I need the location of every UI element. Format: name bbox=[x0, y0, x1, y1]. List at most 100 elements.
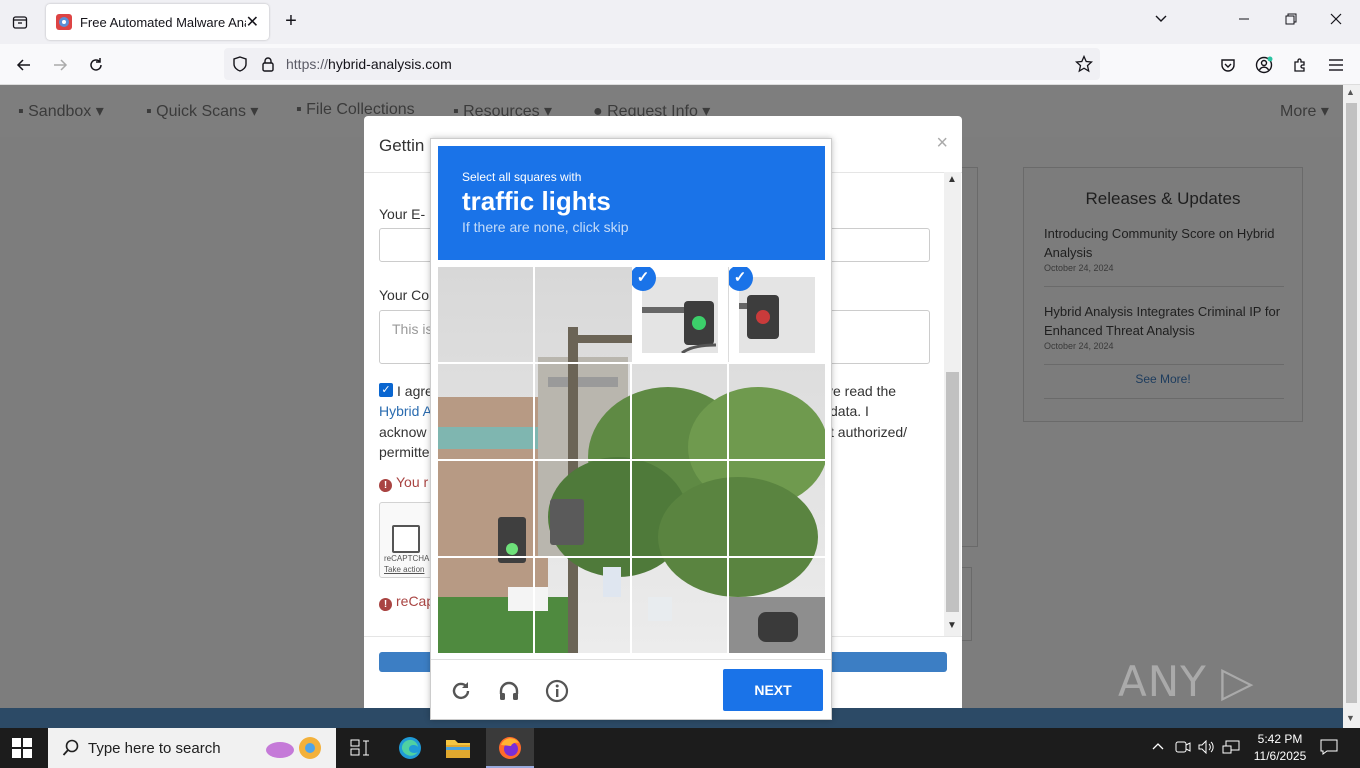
task-view-icon[interactable] bbox=[346, 734, 374, 762]
reload-icon[interactable] bbox=[84, 53, 108, 77]
divider bbox=[1044, 398, 1284, 399]
tab-close-icon[interactable]: ✕ bbox=[246, 12, 259, 32]
grid-line bbox=[533, 363, 535, 653]
tab-bar: Free Automated Malware Analy ✕ + bbox=[0, 0, 1360, 44]
account-icon[interactable] bbox=[1252, 53, 1276, 77]
challenge-tile[interactable] bbox=[438, 558, 534, 654]
shield-icon[interactable] bbox=[230, 54, 250, 74]
scrollbar-thumb[interactable] bbox=[946, 372, 959, 612]
menu-hamburger-icon[interactable] bbox=[1324, 53, 1348, 77]
challenge-tile[interactable]: ✓ bbox=[632, 267, 728, 363]
agree-text: permitte bbox=[379, 444, 430, 460]
edge-icon[interactable] bbox=[396, 734, 424, 762]
release-item[interactable]: Hybrid Analysis Integrates Criminal IP f… bbox=[1044, 302, 1284, 351]
reload-challenge-icon[interactable] bbox=[447, 677, 475, 705]
forward-arrow-icon[interactable] bbox=[48, 53, 72, 77]
pocket-icon[interactable] bbox=[1216, 53, 1240, 77]
challenge-target: traffic lights bbox=[462, 186, 611, 216]
challenge-tile[interactable] bbox=[535, 267, 631, 363]
browser-tab[interactable]: Free Automated Malware Analy ✕ bbox=[46, 4, 269, 40]
file-explorer-icon[interactable] bbox=[444, 734, 472, 762]
comment-label: Your Co bbox=[379, 287, 430, 303]
windows-start-icon[interactable] bbox=[12, 738, 32, 758]
error-message: ! You r bbox=[379, 474, 428, 492]
releases-title: Releases & Updates bbox=[1085, 189, 1241, 208]
modal-close-icon[interactable]: × bbox=[936, 132, 948, 155]
hybrid-analysis-favicon-icon bbox=[56, 14, 72, 30]
agree-text: t authorized/ bbox=[830, 424, 908, 440]
challenge-tile[interactable] bbox=[438, 364, 534, 460]
challenge-tile[interactable] bbox=[632, 558, 728, 654]
challenge-tile[interactable] bbox=[535, 461, 631, 557]
recaptcha-label: reCAPTCHA bbox=[384, 554, 430, 563]
scroll-down-icon[interactable]: ▼ bbox=[1346, 713, 1355, 723]
network-icon[interactable] bbox=[1222, 740, 1240, 757]
taskbar-search-box[interactable]: Type here to search bbox=[48, 728, 336, 768]
terms-link[interactable]: Hybrid A bbox=[379, 401, 432, 421]
next-button[interactable]: NEXT bbox=[723, 669, 823, 711]
recaptcha-checkbox[interactable] bbox=[392, 525, 420, 553]
challenge-tile[interactable] bbox=[632, 364, 728, 460]
challenge-tile[interactable] bbox=[632, 461, 728, 557]
audio-challenge-icon[interactable] bbox=[495, 677, 523, 705]
back-arrow-icon[interactable] bbox=[12, 53, 36, 77]
firefox-icon[interactable] bbox=[496, 734, 524, 762]
challenge-tile[interactable] bbox=[438, 461, 534, 557]
close-window-icon[interactable] bbox=[1330, 12, 1342, 29]
scroll-up-icon[interactable]: ▲ bbox=[947, 174, 957, 185]
nav-more[interactable]: More ▾ bbox=[1280, 101, 1329, 121]
info-icon[interactable] bbox=[543, 677, 571, 705]
notification-icon[interactable] bbox=[1320, 739, 1338, 758]
restore-icon[interactable] bbox=[1285, 12, 1297, 29]
challenge-hint: If there are none, click skip bbox=[462, 219, 629, 235]
search-placeholder: Type here to search bbox=[88, 739, 221, 757]
volume-icon[interactable] bbox=[1198, 739, 1216, 757]
challenge-tile[interactable] bbox=[535, 364, 631, 460]
list-all-tabs-icon[interactable] bbox=[1154, 12, 1168, 30]
agree-checkbox[interactable]: ✓ bbox=[379, 383, 393, 397]
clock-time: 5:42 PM bbox=[1257, 732, 1303, 746]
windows-taskbar: Type here to search 5:42 PM 11/6/2025 bbox=[0, 728, 1360, 768]
nav-sandbox[interactable]: ▪ Sandbox ▾ bbox=[18, 101, 104, 121]
agree-text: ve read the bbox=[826, 383, 897, 399]
url-text[interactable]: https://hybrid-analysis.com bbox=[286, 56, 452, 72]
challenge-grid: ✓ ✓ bbox=[438, 267, 825, 653]
extensions-icon[interactable] bbox=[1288, 53, 1312, 77]
error-message: ! reCap bbox=[379, 593, 434, 611]
recaptcha-challenge: Select all squares with traffic lights I… bbox=[430, 138, 832, 720]
scrollbar-thumb[interactable] bbox=[1346, 103, 1357, 703]
modal-scrollbar[interactable]: ▲ ▼ bbox=[944, 172, 961, 636]
nav-quick-scans[interactable]: ▪ Quick Scans ▾ bbox=[146, 101, 258, 121]
challenge-tile[interactable] bbox=[729, 461, 825, 557]
grid-line bbox=[727, 363, 729, 653]
tab-title: Free Automated Malware Analy bbox=[79, 14, 246, 30]
page-scrollbar[interactable]: ▲ ▼ bbox=[1343, 85, 1360, 728]
tab-list-icon[interactable] bbox=[8, 10, 32, 34]
bookmark-star-icon[interactable] bbox=[1074, 54, 1094, 74]
meet-now-icon[interactable] bbox=[1175, 740, 1191, 757]
address-bar[interactable]: https://hybrid-analysis.com bbox=[224, 48, 1100, 80]
new-tab-button[interactable]: + bbox=[280, 10, 302, 34]
minimize-icon[interactable] bbox=[1238, 12, 1250, 29]
grid-line bbox=[438, 459, 825, 461]
release-item[interactable]: Introducing Community Score on Hybrid An… bbox=[1044, 224, 1284, 273]
challenge-instruction: Select all squares with bbox=[462, 170, 582, 184]
lock-icon[interactable] bbox=[258, 54, 278, 74]
challenge-tile[interactable] bbox=[729, 364, 825, 460]
grid-line bbox=[630, 363, 632, 653]
challenge-tile[interactable] bbox=[438, 267, 534, 363]
divider bbox=[431, 659, 831, 660]
challenge-tile[interactable]: ✓ bbox=[729, 267, 825, 363]
challenge-tile[interactable] bbox=[729, 558, 825, 654]
modal-title: Gettin bbox=[379, 136, 425, 155]
error-icon: ! bbox=[379, 479, 392, 492]
navigation-toolbar: https://hybrid-analysis.com bbox=[0, 44, 1360, 85]
recaptcha-action-link[interactable]: Take action bbox=[384, 565, 424, 574]
clock-date: 11/6/2025 bbox=[1253, 749, 1307, 763]
show-hidden-icons[interactable] bbox=[1152, 740, 1164, 755]
see-more-link[interactable]: See More! bbox=[1024, 372, 1302, 386]
taskbar-clock[interactable]: 5:42 PM 11/6/2025 bbox=[1246, 731, 1314, 765]
challenge-tile[interactable] bbox=[535, 558, 631, 654]
scroll-up-icon[interactable]: ▲ bbox=[1346, 87, 1355, 97]
scroll-down-icon[interactable]: ▼ bbox=[947, 620, 957, 631]
